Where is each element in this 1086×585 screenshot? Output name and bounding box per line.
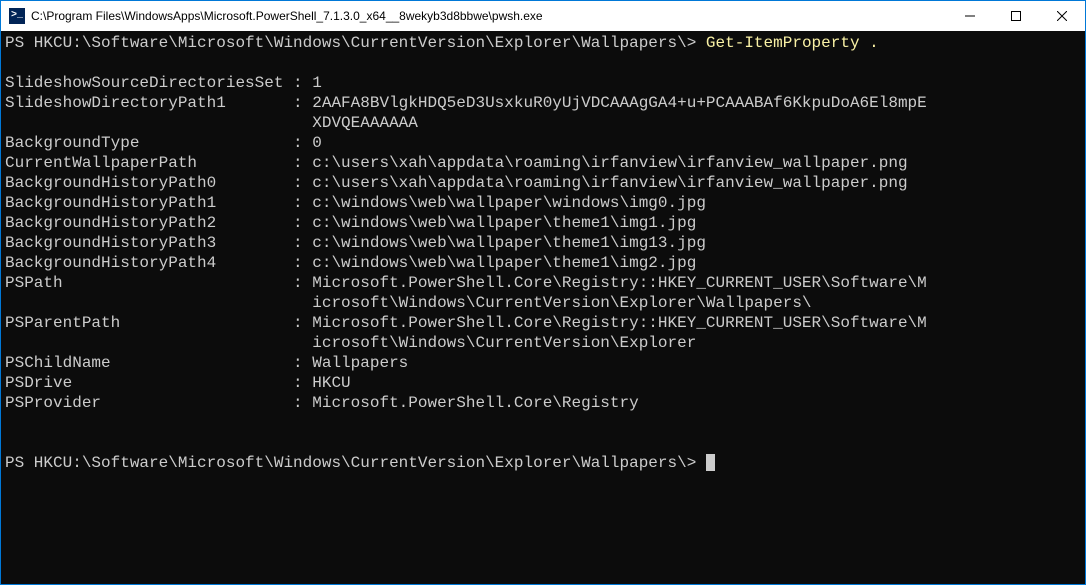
blank-line	[5, 413, 1081, 433]
property-line: BackgroundHistoryPath0 : c:\users\xah\ap…	[5, 173, 1081, 193]
property-line: BackgroundHistoryPath4 : c:\windows\web\…	[5, 253, 1081, 273]
prompt-prefix: PS HKCU:\Software\Microsoft\Windows\Curr…	[5, 454, 706, 472]
prompt-line: PS HKCU:\Software\Microsoft\Windows\Curr…	[5, 33, 1081, 53]
property-line: BackgroundHistoryPath3 : c:\windows\web\…	[5, 233, 1081, 253]
property-continuation: icrosoft\Windows\CurrentVersion\Explorer…	[5, 293, 1081, 313]
property-line: PSProvider : Microsoft.PowerShell.Core\R…	[5, 393, 1081, 413]
property-line: PSParentPath : Microsoft.PowerShell.Core…	[5, 313, 1081, 333]
blank-line	[5, 433, 1081, 453]
terminal-output[interactable]: PS HKCU:\Software\Microsoft\Windows\Curr…	[1, 31, 1085, 584]
property-line: PSChildName : Wallpapers	[5, 353, 1081, 373]
powershell-window: >_ C:\Program Files\WindowsApps\Microsof…	[0, 0, 1086, 585]
property-line: PSPath : Microsoft.PowerShell.Core\Regis…	[5, 273, 1081, 293]
property-line: SlideshowSourceDirectoriesSet : 1	[5, 73, 1081, 93]
property-line: BackgroundType : 0	[5, 133, 1081, 153]
cursor	[706, 454, 715, 471]
prompt-line: PS HKCU:\Software\Microsoft\Windows\Curr…	[5, 453, 1081, 473]
maximize-button[interactable]	[993, 1, 1039, 31]
property-continuation: XDVQEAAAAAA	[5, 113, 1081, 133]
property-line: PSDrive : HKCU	[5, 373, 1081, 393]
minimize-button[interactable]	[947, 1, 993, 31]
property-line: BackgroundHistoryPath2 : c:\windows\web\…	[5, 213, 1081, 233]
prompt-prefix: PS HKCU:\Software\Microsoft\Windows\Curr…	[5, 34, 706, 52]
property-line: CurrentWallpaperPath : c:\users\xah\appd…	[5, 153, 1081, 173]
blank-line	[5, 53, 1081, 73]
command-text: Get-ItemProperty .	[706, 34, 879, 52]
property-continuation: icrosoft\Windows\CurrentVersion\Explorer	[5, 333, 1081, 353]
powershell-icon: >_	[9, 8, 25, 24]
titlebar[interactable]: >_ C:\Program Files\WindowsApps\Microsof…	[1, 1, 1085, 31]
property-line: BackgroundHistoryPath1 : c:\windows\web\…	[5, 193, 1081, 213]
close-button[interactable]	[1039, 1, 1085, 31]
window-title: C:\Program Files\WindowsApps\Microsoft.P…	[31, 9, 947, 23]
window-controls	[947, 1, 1085, 31]
property-line: SlideshowDirectoryPath1 : 2AAFA8BVlgkHDQ…	[5, 93, 1081, 113]
